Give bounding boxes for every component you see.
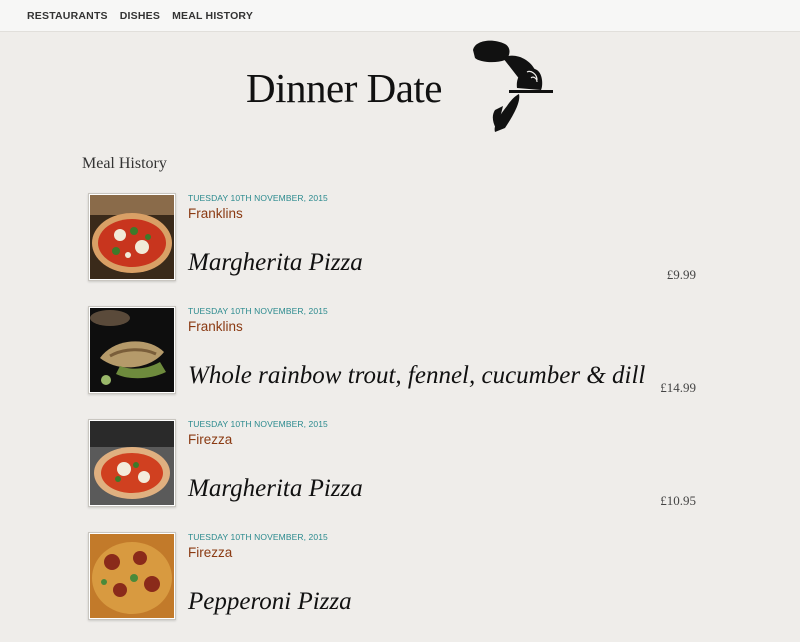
nav-meal-history[interactable]: MEAL HISTORY (172, 10, 253, 22)
pizza-photo (88, 532, 176, 620)
meal-restaurant-link[interactable]: Franklins (188, 319, 243, 334)
meal-date: TUESDAY 10TH NOVEMBER, 2015 (188, 193, 328, 203)
pizza-photo (88, 419, 176, 507)
meal-date: TUESDAY 10TH NOVEMBER, 2015 (188, 532, 328, 542)
pizza-photo (88, 193, 176, 281)
nav-restaurants[interactable]: RESTAURANTS (27, 10, 108, 22)
meal-date: TUESDAY 10TH NOVEMBER, 2015 (188, 306, 328, 316)
meal-dish: Whole rainbow trout, fennel, cucumber & … (188, 362, 646, 389)
trout-photo (88, 306, 176, 394)
meal-dish: Margherita Pizza (188, 475, 363, 502)
meal-dish: Margherita Pizza (188, 249, 363, 276)
meal-restaurant-link[interactable]: Franklins (188, 206, 243, 221)
meal-dish: Pepperoni Pizza (188, 588, 352, 615)
meal-item[interactable]: TUESDAY 10TH NOVEMBER, 2015 Firezza Pepp… (88, 532, 708, 642)
meal-item[interactable]: TUESDAY 10TH NOVEMBER, 2015 Franklins Ma… (88, 193, 708, 303)
meal-price: £10.95 (660, 493, 696, 508)
waiter-cloche-icon (473, 40, 553, 132)
meal-restaurant-link[interactable]: Firezza (188, 545, 232, 560)
section-title: Meal History (82, 155, 167, 172)
nav-dishes[interactable]: DISHES (120, 10, 160, 22)
meal-item[interactable]: TUESDAY 10TH NOVEMBER, 2015 Franklins Wh… (88, 306, 708, 416)
meal-item[interactable]: TUESDAY 10TH NOVEMBER, 2015 Firezza Marg… (88, 419, 708, 529)
meal-date: TUESDAY 10TH NOVEMBER, 2015 (188, 419, 328, 429)
meal-price: £9.99 (666, 267, 696, 282)
top-nav: RESTAURANTS DISHES MEAL HISTORY (0, 0, 800, 32)
meal-restaurant-link[interactable]: Firezza (188, 432, 232, 447)
site-title[interactable]: Dinner Date (246, 64, 443, 112)
meal-price: £14.99 (660, 380, 696, 395)
